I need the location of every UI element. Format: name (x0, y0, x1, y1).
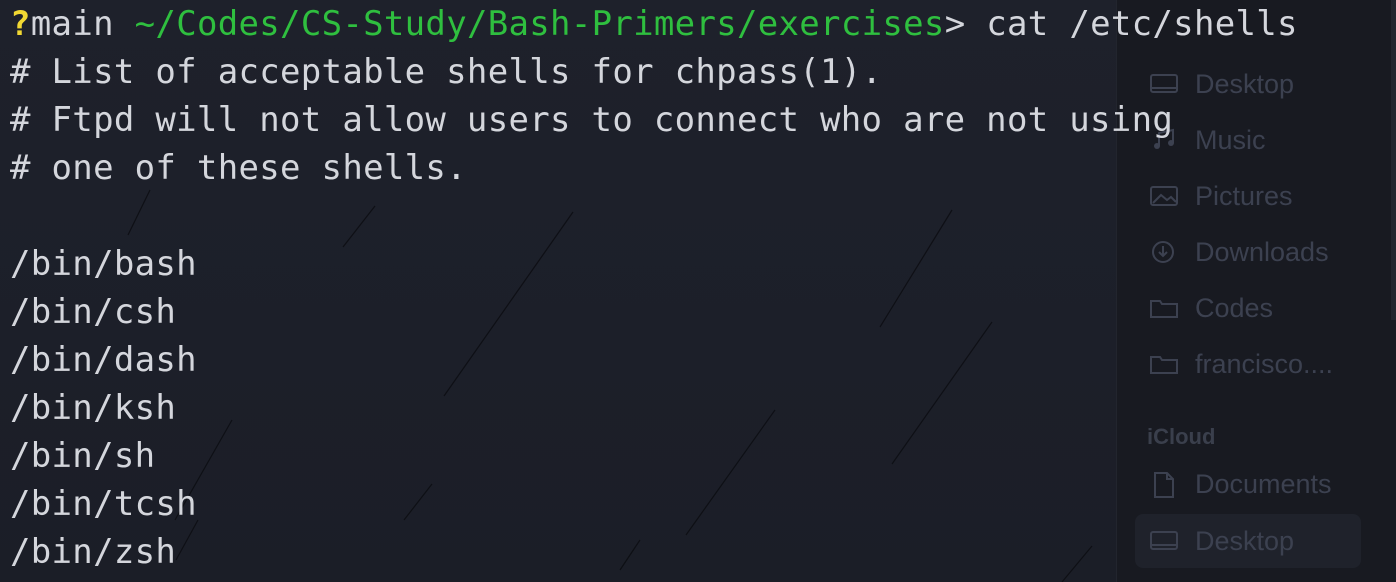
current-directory: ~/Codes/CS-Study/Bash-Primers/exercises (134, 4, 945, 44)
output-line: # Ftpd will not allow users to connect w… (10, 100, 1174, 140)
prompt-separator: > (944, 4, 966, 44)
output-line: /bin/tcsh (10, 484, 197, 524)
output-line: /bin/bash (10, 244, 197, 284)
command-text: cat /etc/shells (986, 4, 1298, 44)
prompt-line: ?main ~/Codes/CS-Study/Bash-Primers/exer… (10, 0, 1396, 48)
output-line: /bin/csh (10, 292, 177, 332)
output-line: # List of acceptable shells for chpass(1… (10, 52, 883, 92)
output-line: /bin/zsh (10, 532, 177, 572)
output-line: # one of these shells. (10, 148, 467, 188)
terminal-output[interactable]: ?main ~/Codes/CS-Study/Bash-Primers/exer… (10, 0, 1396, 576)
git-branch: main (30, 4, 114, 44)
output-line: /bin/dash (10, 340, 197, 380)
output-line: /bin/ksh (10, 388, 177, 428)
terminal-window[interactable]: Desktop Music Pictures Downloads Codes f… (0, 0, 1396, 582)
output-line: /bin/sh (10, 436, 156, 476)
git-status-symbol: ? (10, 4, 31, 44)
